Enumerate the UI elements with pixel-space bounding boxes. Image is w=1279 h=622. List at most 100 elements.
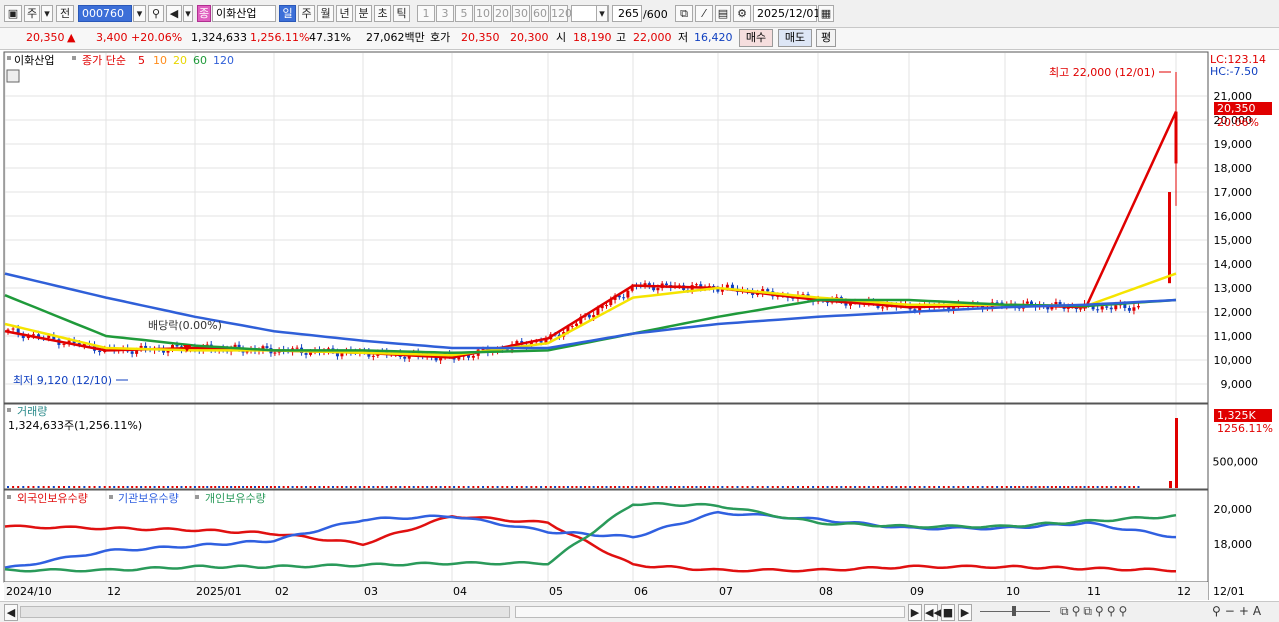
volume-bar (678, 486, 681, 488)
view-tools-icons[interactable]: ⧉⚲⧉⚲⚲⚲ (1060, 604, 1130, 619)
avg-button[interactable]: 평 (816, 29, 836, 47)
candle-body (694, 284, 698, 286)
interval-tab[interactable]: 60 (531, 5, 549, 22)
period-tab[interactable]: 초 (374, 5, 391, 22)
volume-bar (540, 486, 543, 488)
speed-slider-handle[interactable] (1012, 606, 1016, 616)
period-tab[interactable]: 년 (336, 5, 353, 22)
y-tick-label: 9,000 (1221, 378, 1253, 391)
volume-bar (1132, 486, 1135, 488)
stock-chart[interactable]: 21,00020,00019,00018,00017,00016,00015,0… (0, 51, 1279, 601)
interval-dropdown-icon[interactable]: ▾ (596, 5, 608, 22)
market-selector[interactable]: 주 (24, 5, 40, 22)
period-tab[interactable]: 분 (355, 5, 372, 22)
speaker-dropdown-icon[interactable]: ▾ (183, 5, 193, 22)
interval-tab[interactable]: 5 (455, 5, 473, 22)
volume-bar (278, 486, 281, 488)
volume-bar (918, 486, 921, 488)
volume-bar (1005, 486, 1008, 488)
volume-bar (1123, 486, 1126, 488)
volume-bar (158, 486, 161, 488)
volume-bar (57, 486, 60, 488)
volume-bar (117, 486, 120, 488)
volume-bar (1087, 486, 1090, 488)
save-icon[interactable]: ▤ (715, 5, 731, 22)
volume-bar (648, 486, 651, 488)
volume-bar (305, 486, 308, 488)
interval-tab[interactable]: 1 (417, 5, 435, 22)
date-input[interactable]: 2025/12/01 (753, 5, 820, 22)
candle-body (175, 345, 179, 347)
calendar-icon[interactable]: ▦ (818, 5, 834, 22)
volume-bar (881, 486, 884, 488)
draw-tool-icon[interactable]: ⁄ (695, 5, 713, 22)
stop-icon[interactable]: ■ (941, 604, 955, 621)
volume-bar (7, 486, 9, 488)
volume-bar (477, 486, 480, 488)
play-icon[interactable]: ▶ (958, 604, 972, 621)
volume-bar (726, 486, 729, 488)
interval-tab[interactable]: 20 (493, 5, 511, 22)
scroll-thumb[interactable] (515, 606, 905, 618)
x-tick-label: 12/01 (1213, 585, 1245, 598)
candle-body (766, 289, 770, 292)
code-dropdown-icon[interactable]: ▾ (133, 5, 146, 22)
buy-button[interactable]: 매수 (739, 29, 773, 47)
volume-bar (525, 486, 528, 488)
candle-body (1114, 305, 1118, 310)
interval-tab[interactable]: 10 (474, 5, 492, 22)
candle-body (98, 350, 102, 353)
rewind-icon[interactable]: ◀◀ (924, 604, 942, 621)
volume-bar (535, 486, 538, 488)
period-tab[interactable]: 틱 (393, 5, 410, 22)
volume-bar (716, 486, 719, 488)
scroll-left-icon[interactable]: ◀ (4, 604, 18, 621)
x-tick-label: 2024/10 (6, 585, 52, 598)
period-tab[interactable]: 월 (317, 5, 334, 22)
gear-icon[interactable]: ⚙ (733, 5, 751, 22)
prev-toggle[interactable]: 전 (56, 5, 74, 22)
legend-square-icon (7, 408, 11, 412)
volume-bar (971, 486, 974, 488)
volume-bar (250, 486, 253, 488)
volume-bar (895, 486, 898, 488)
speaker-icon[interactable]: ◀ (166, 5, 182, 22)
volume-bar (849, 486, 852, 488)
volume-bar (12, 486, 15, 488)
search-icon[interactable]: ⚲ (148, 5, 164, 22)
volume-bar (596, 486, 599, 488)
market-dropdown-icon[interactable]: ▾ (41, 5, 53, 22)
y-tick-label: 13,000 (1214, 282, 1253, 295)
volume-bar (322, 486, 325, 488)
volume-bar (682, 486, 685, 488)
layout-icon[interactable]: ▣ (4, 5, 22, 22)
bar-count-input[interactable]: 265 (612, 5, 642, 22)
table-icon[interactable] (6, 69, 20, 83)
volume-bar (1046, 486, 1049, 488)
volume-bar (202, 486, 205, 488)
stock-name-field[interactable]: 이화산업 (212, 5, 276, 22)
y-tick-label: 10,000 (1214, 354, 1253, 367)
volume-bar (126, 486, 129, 488)
interval-tab[interactable]: 30 (512, 5, 530, 22)
volume-bar (991, 486, 994, 488)
interval-tab[interactable]: 120 (550, 5, 572, 22)
volume-bar (103, 486, 106, 488)
volume-bar (761, 486, 764, 488)
volume-bar (817, 486, 820, 488)
sell-button[interactable]: 매도 (778, 29, 812, 47)
volume-bar (17, 486, 20, 488)
volume-bar (1054, 486, 1057, 488)
interval-tab[interactable]: 3 (436, 5, 454, 22)
scroll-right-icon[interactable]: ▶ (908, 604, 922, 621)
period-tab[interactable]: 일 (279, 5, 296, 22)
volume-bar (273, 486, 276, 488)
legend-square-icon (109, 495, 113, 499)
volume-bar (47, 486, 50, 488)
x-tick-label: 02 (275, 585, 289, 598)
candle-type-icon[interactable]: ⧉ (675, 5, 693, 22)
stock-code-input[interactable]: 000760 (78, 5, 132, 22)
zoom-icons[interactable]: ⚲−+A (1212, 604, 1265, 618)
period-tab[interactable]: 주 (298, 5, 315, 22)
scroll-track[interactable] (20, 606, 510, 618)
